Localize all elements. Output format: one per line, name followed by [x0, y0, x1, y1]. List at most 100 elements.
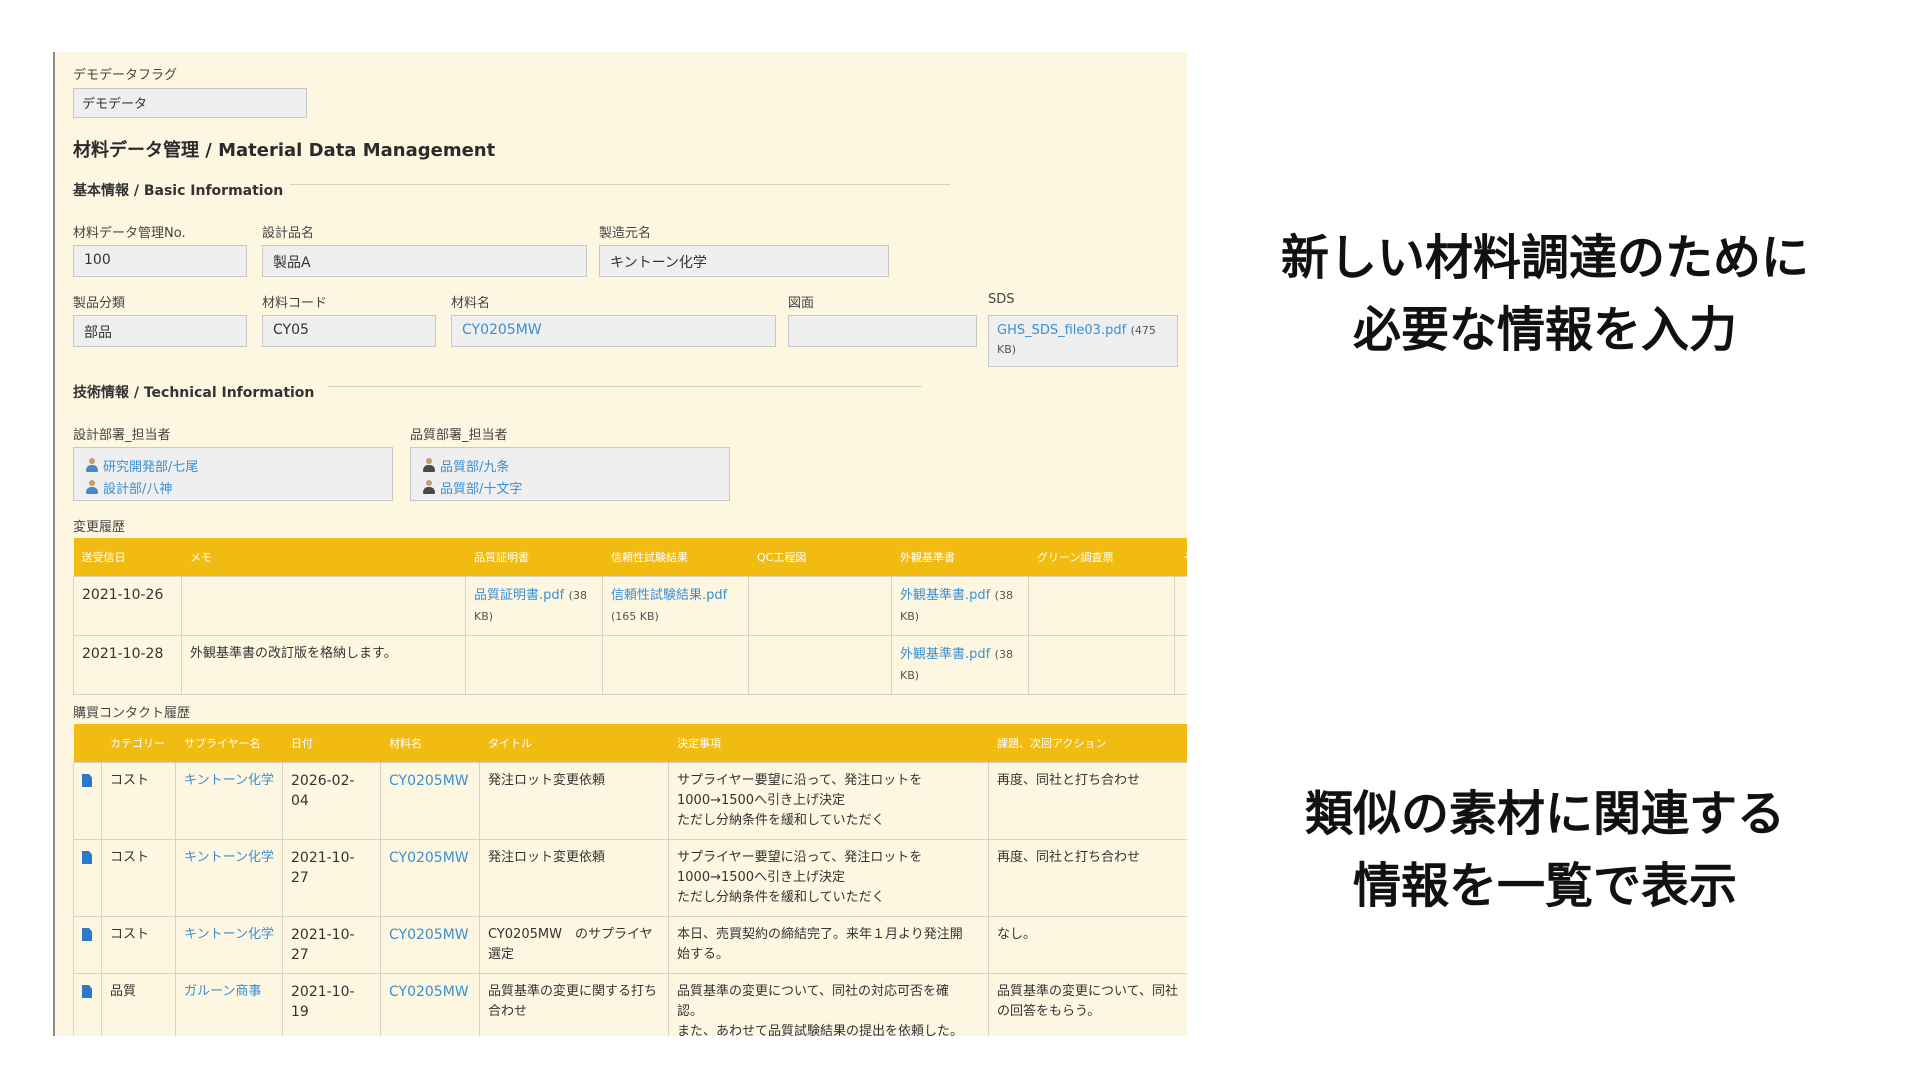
- table-row[interactable]: コスト キントーン化学 2021-10-27 CY0205MW CY0205MW…: [73, 916, 1187, 974]
- cell-title: 発注ロット変更依頼: [479, 839, 669, 917]
- quality-staff-link[interactable]: 品質部/九条: [440, 456, 509, 475]
- material-link[interactable]: CY0205MW: [389, 984, 469, 1000]
- file-size: (38: [568, 589, 587, 602]
- cell-doc[interactable]: [73, 973, 102, 1036]
- design-staff-entry[interactable]: 研究開発部/七尾: [86, 454, 380, 476]
- appearance-file-link[interactable]: 外観基準書.pdf: [900, 647, 990, 662]
- cell-title: 品質基準の変更に関する打ち合わせ: [479, 973, 669, 1036]
- cell-date: 2021-10-19: [282, 973, 381, 1036]
- document-icon[interactable]: [82, 851, 92, 864]
- user-icon: [423, 458, 435, 472]
- decision-line: 本日、売買契約の締結完了。来年１月より発注開: [677, 927, 963, 942]
- cell-category: コスト: [101, 916, 176, 974]
- document-icon[interactable]: [82, 928, 92, 941]
- design-name-field[interactable]: 製品A: [262, 245, 587, 277]
- cell-doc[interactable]: [73, 839, 102, 917]
- cell-cert: [465, 635, 603, 695]
- material-link[interactable]: CY0205MW: [389, 927, 469, 943]
- basic-info-divider: [290, 184, 950, 185]
- cell-material: CY0205MW: [380, 839, 480, 917]
- cell-date: 2026-02-04: [282, 762, 381, 840]
- tech-info-divider: [327, 386, 922, 387]
- contact-history-table: カテゴリー サプライヤー名 日付 材料名 タイトル 決定事項 課題、次回アクショ…: [73, 724, 1187, 1036]
- col-header[interactable]: 材料名: [380, 724, 480, 763]
- supplier-link[interactable]: キントーン化学: [184, 773, 274, 788]
- change-history-table: 送受信日 メモ 品質証明書 信頼性試験結果 QC工程図 外観基準書 グリーン調査…: [73, 538, 1187, 695]
- col-header[interactable]: メモ: [181, 538, 466, 577]
- col-header[interactable]: サプライヤー名: [175, 724, 283, 763]
- sds-file-link[interactable]: GHS_SDS_file03.pdf: [997, 323, 1126, 338]
- col-header[interactable]: タイトル: [479, 724, 669, 763]
- design-staff-entry[interactable]: 設計部/八神: [86, 476, 380, 498]
- file-size: (165 KB): [611, 610, 659, 623]
- quality-staff-link[interactable]: 品質部/十文字: [440, 478, 522, 497]
- material-name-link[interactable]: CY0205MW: [462, 322, 542, 338]
- decision-line: サプライヤー要望に沿って、発注ロットを: [677, 773, 923, 788]
- quality-staff-box: 品質部/九条 品質部/十文字: [410, 447, 730, 501]
- table-row[interactable]: コスト キントーン化学 2026-02-04 CY0205MW 発注ロット変更依…: [73, 762, 1187, 840]
- tech-info-heading: 技術情報 / Technical Information: [73, 385, 315, 401]
- document-icon[interactable]: [82, 774, 92, 787]
- table-row[interactable]: コスト キントーン化学 2021-10-27 CY0205MW 発注ロット変更依…: [73, 839, 1187, 917]
- demo-flag-field[interactable]: デモデータ: [73, 88, 307, 118]
- appearance-file-link[interactable]: 外観基準書.pdf: [900, 588, 990, 603]
- sds-field[interactable]: GHS_SDS_file03.pdf (475 KB): [988, 315, 1178, 367]
- quality-staff-label: 品質部署_担当者: [410, 428, 508, 443]
- col-header[interactable]: 品質証明書: [465, 538, 603, 577]
- cell-appearance: 外観基準書.pdf (38 KB): [891, 576, 1029, 636]
- col-header[interactable]: QC工程図: [748, 538, 892, 577]
- col-header[interactable]: 日付: [282, 724, 381, 763]
- supplier-link[interactable]: キントーン化学: [184, 850, 274, 865]
- document-icon[interactable]: [82, 985, 92, 998]
- cell-material: CY0205MW: [380, 916, 480, 974]
- material-code-field[interactable]: CY05: [262, 315, 436, 347]
- col-header[interactable]: 送受信日: [73, 538, 182, 577]
- material-name-field[interactable]: CY0205MW: [451, 315, 776, 347]
- cell-category: 品質: [101, 973, 176, 1036]
- col-header[interactable]: グリーン調査票: [1028, 538, 1175, 577]
- col-header[interactable]: カテゴリー: [101, 724, 176, 763]
- col-header[interactable]: [73, 724, 102, 763]
- material-link[interactable]: CY0205MW: [389, 850, 469, 866]
- material-no-field[interactable]: 100: [73, 245, 247, 277]
- col-header[interactable]: 決定事項: [668, 724, 989, 763]
- table-row[interactable]: 品質 ガルーン商事 2021-10-19 CY0205MW 品質基準の変更に関す…: [73, 973, 1187, 1036]
- cell-doc[interactable]: [73, 916, 102, 974]
- design-staff-link[interactable]: 設計部/八神: [103, 478, 172, 497]
- cell-other: [1174, 635, 1187, 695]
- cell-supplier: キントーン化学: [175, 762, 283, 840]
- reliability-file-link[interactable]: 信頼性試験結果.pdf: [611, 588, 727, 603]
- cell-decision: サプライヤー要望に沿って、発注ロットを 1000→1500へ引き上げ決定 ただし分納…: [668, 839, 989, 917]
- table-row[interactable]: 2021-10-26 品質証明書.pdf (38 KB) 信頼性試験結果.pdf (…: [73, 576, 1187, 636]
- product-category-field[interactable]: 部品: [73, 315, 247, 347]
- cert-file-link[interactable]: 品質証明書.pdf: [474, 588, 564, 603]
- cell-doc[interactable]: [73, 762, 102, 840]
- supplier-link[interactable]: キントーン化学: [184, 927, 274, 942]
- decision-line: ただし分納条件を緩和していただく: [677, 890, 885, 905]
- col-header[interactable]: 外観基準書: [891, 538, 1029, 577]
- demo-flag-label: デモデータフラグ: [73, 68, 178, 83]
- cell-category: コスト: [101, 839, 176, 917]
- cell-date: 2021-10-26: [73, 576, 182, 636]
- material-link[interactable]: CY0205MW: [389, 773, 469, 789]
- table-row[interactable]: 2021-10-28 外観基準書の改訂版を格納します。 外観基準書.pdf (3…: [73, 635, 1187, 695]
- quality-staff-entry[interactable]: 品質部/十文字: [423, 476, 717, 498]
- maker-name-field[interactable]: キントーン化学: [599, 245, 889, 277]
- sds-file-size-unit: KB): [997, 343, 1017, 356]
- design-name-label: 設計品名: [262, 226, 315, 241]
- caption-input: 新しい材料調達のために 必要な情報を入力: [1225, 222, 1865, 366]
- file-size-unit: KB): [900, 669, 920, 682]
- col-header[interactable]: そ: [1174, 538, 1187, 577]
- col-header[interactable]: 信頼性試験結果: [602, 538, 749, 577]
- cell-other: [1174, 576, 1187, 636]
- design-staff-link[interactable]: 研究開発部/七尾: [103, 456, 198, 475]
- drawing-field[interactable]: [788, 315, 977, 347]
- caption-line: 必要な情報を入力: [1352, 302, 1737, 358]
- cell-material: CY0205MW: [380, 762, 480, 840]
- supplier-link[interactable]: ガルーン商事: [184, 984, 261, 999]
- cell-title: CY0205MW のサプライヤ選定: [479, 916, 669, 974]
- quality-staff-entry[interactable]: 品質部/九条: [423, 454, 717, 476]
- col-header[interactable]: 課題、次回アクション: [988, 724, 1187, 763]
- basic-info-heading: 基本情報 / Basic Information: [73, 183, 284, 199]
- decision-line: 品質基準の変更について、同社の対応可否を確: [677, 984, 949, 999]
